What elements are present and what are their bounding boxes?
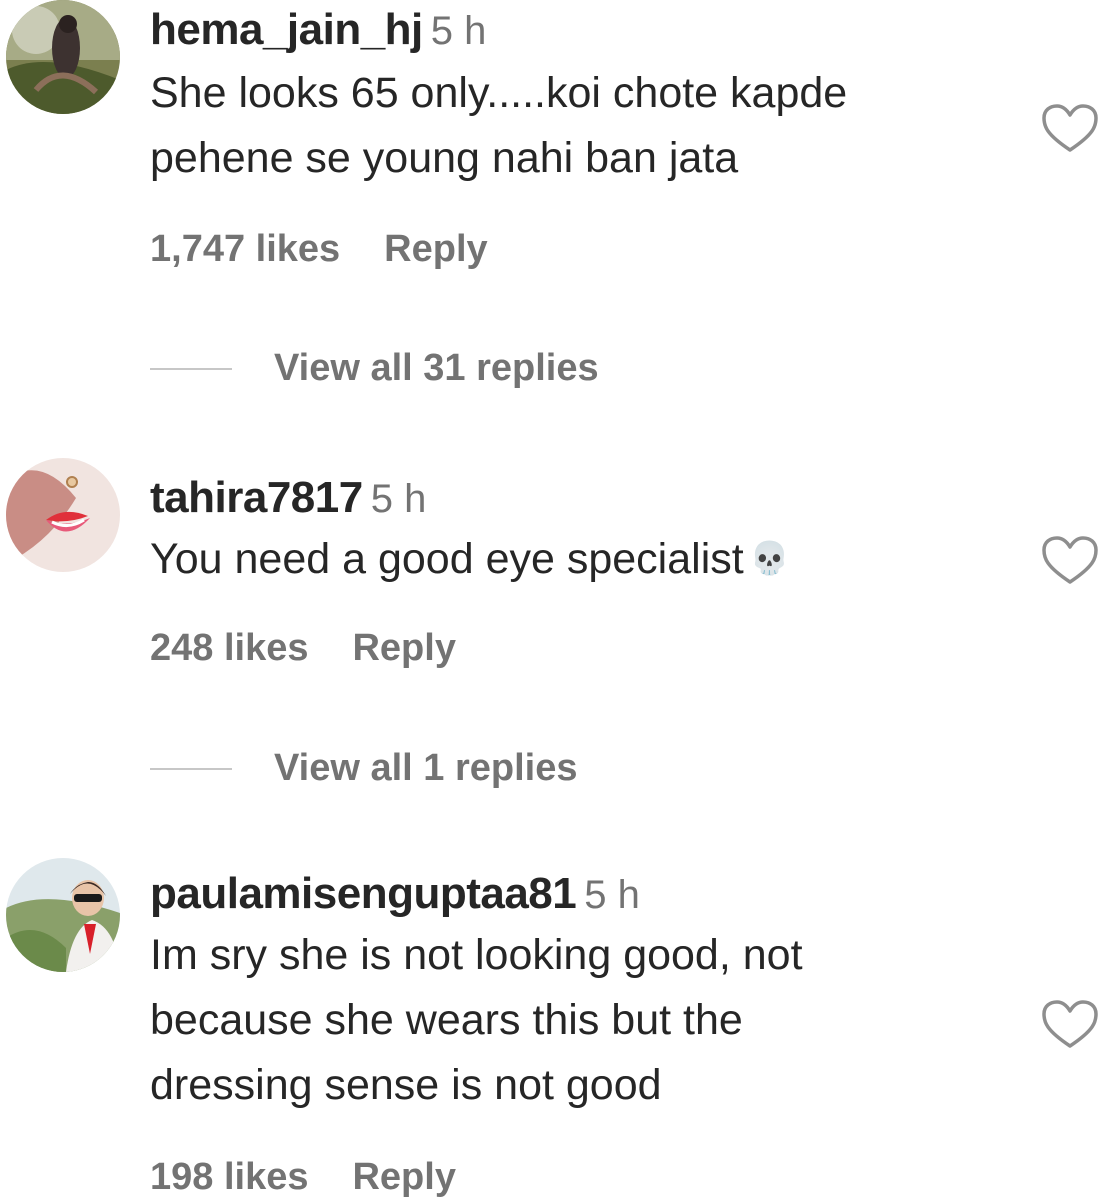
comment-meta: 198 likes Reply [150,1158,456,1196]
comment-item: paulamisenguptaa81 5 h Im sry she is not … [0,858,1116,1200]
avatar[interactable] [6,858,120,972]
comment-meta: 248 likes Reply [150,629,456,667]
heart-outline-icon[interactable] [1042,104,1098,154]
comment-text-line: She looks 65 only.....koi chote kapde [150,69,848,117]
avatar[interactable] [6,458,120,572]
reply-button[interactable]: Reply [352,627,455,669]
comment-text-line: Im sry she is not looking good, not [150,931,803,979]
view-replies-button[interactable]: View all 1 replies [274,748,577,788]
comment-text-content: You need a good eye specialist [150,535,744,583]
comment-header: hema_jain_hj 5 h [150,8,486,52]
comment-text-line: You need a good eye specialist 💀 [150,526,1010,592]
replies-divider [150,768,232,770]
reply-button[interactable]: Reply [352,1156,455,1198]
timestamp[interactable]: 5 h [431,9,487,53]
comment-meta: 1,747 likes Reply [150,230,488,268]
timestamp[interactable]: 5 h [371,477,427,521]
comment-text: She looks 65 only.....koi chote kapde pe… [150,61,1010,191]
comment-text-line: because she wears this but the [150,996,743,1044]
comment-header: tahira7817 5 h [150,476,426,520]
heart-outline-icon[interactable] [1042,1000,1098,1050]
likes-count[interactable]: 248 likes [150,627,308,669]
comment-text: You need a good eye specialist 💀 [150,526,1010,592]
comment-item: hema_jain_hj 5 h She looks 65 only.....ko… [0,0,1116,400]
comment-item: tahira7817 5 h You need a good eye specia… [0,458,1116,798]
timestamp[interactable]: 5 h [584,873,640,917]
heart-outline-icon[interactable] [1042,536,1098,586]
replies-divider [150,368,232,370]
likes-count[interactable]: 198 likes [150,1156,308,1198]
avatar-photo [6,858,120,972]
reply-button[interactable]: Reply [384,228,487,270]
username-link[interactable]: hema_jain_hj [150,5,423,54]
comment-text-line: dressing sense is not good [150,1061,662,1109]
comment-text-line: pehene se young nahi ban jata [150,134,739,182]
avatar[interactable] [6,0,120,114]
comment-text: Im sry she is not looking good, not beca… [150,923,1010,1118]
comment-header: paulamisenguptaa81 5 h [150,872,640,916]
username-link[interactable]: tahira7817 [150,473,363,522]
avatar-photo [6,0,120,114]
likes-count[interactable]: 1,747 likes [150,228,340,270]
avatar-photo [6,458,120,572]
view-replies-button[interactable]: View all 31 replies [274,348,599,388]
username-link[interactable]: paulamisenguptaa81 [150,869,577,918]
skull-emoji: 💀 [749,540,790,576]
